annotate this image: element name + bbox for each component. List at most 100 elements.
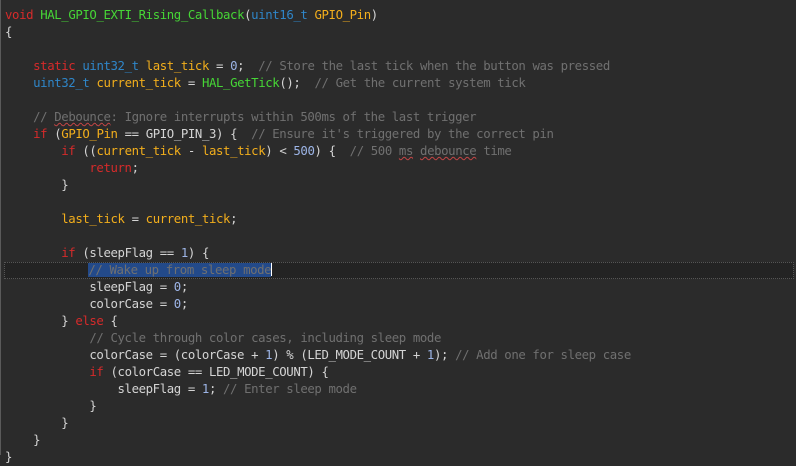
code-token: // 500 bbox=[349, 144, 399, 158]
code-token: 1 bbox=[201, 382, 209, 396]
code-line[interactable]: } else { bbox=[5, 313, 796, 330]
code-token: ; bbox=[180, 297, 188, 311]
code-line[interactable]: } bbox=[5, 449, 796, 466]
code-line[interactable]: // Debounce: Ignore interrupts within 50… bbox=[5, 109, 796, 126]
code-line[interactable]: colorCase = (colorCase + 1) % (LED_MODE_… bbox=[5, 347, 796, 364]
code-line[interactable]: last_tick = current_tick; bbox=[5, 211, 796, 228]
code-token: if bbox=[89, 365, 104, 379]
code-token: if bbox=[61, 144, 76, 158]
code-token: // Ensure it's triggered by the correct … bbox=[251, 127, 554, 141]
code-token: last_tick bbox=[61, 212, 125, 226]
code-token: last_tick bbox=[145, 59, 210, 73]
code-token: - bbox=[180, 144, 202, 158]
code-token: current_tick bbox=[145, 212, 231, 226]
code-token: (colorCase == LED_MODE_COUNT) { bbox=[103, 365, 329, 379]
code-line[interactable]: } bbox=[5, 415, 796, 432]
code-token: current_tick bbox=[96, 76, 181, 90]
code-token: ); bbox=[433, 348, 456, 362]
code-token: 0 bbox=[173, 297, 181, 311]
code-token: // bbox=[33, 110, 55, 124]
code-line[interactable]: return; bbox=[5, 160, 796, 177]
code-token: ; bbox=[131, 161, 139, 175]
code-token: if bbox=[61, 246, 76, 260]
code-token: 1 bbox=[426, 348, 434, 362]
code-token: return bbox=[89, 161, 132, 175]
code-token: (sleepFlag == bbox=[75, 246, 181, 260]
code-token: colorCase = (colorCase + bbox=[5, 348, 266, 362]
code-token: (( bbox=[75, 144, 97, 158]
code-token: colorCase = bbox=[5, 297, 174, 311]
code-token: // Store the last tick when the button w… bbox=[258, 59, 610, 73]
code-token: else bbox=[75, 314, 104, 328]
code-line[interactable]: if (GPIO_Pin == GPIO_PIN_3) { // Ensure … bbox=[5, 126, 796, 143]
code-token: 0 bbox=[173, 280, 181, 294]
code-token: } bbox=[5, 450, 13, 464]
code-line[interactable]: void HAL_GPIO_EXTI_Rising_Callback(uint1… bbox=[5, 7, 796, 24]
code-token: Debounce bbox=[54, 110, 111, 124]
code-token: last_tick bbox=[201, 144, 266, 158]
code-line[interactable]: ​ bbox=[5, 194, 796, 211]
code-token: = bbox=[124, 212, 146, 226]
code-line[interactable]: ​ bbox=[5, 228, 796, 245]
code-token: = bbox=[180, 76, 202, 90]
code-token: ; bbox=[208, 382, 224, 396]
code-token: 500 bbox=[293, 144, 315, 158]
code-token: { bbox=[5, 25, 13, 39]
code-line[interactable]: // Cycle through color cases, including … bbox=[5, 330, 796, 347]
code-line[interactable]: { bbox=[5, 24, 796, 41]
code-line[interactable]: } bbox=[5, 177, 796, 194]
code-token: ; bbox=[237, 59, 259, 73]
code-token: sleepFlag = bbox=[5, 382, 202, 396]
code-token: void bbox=[5, 8, 34, 22]
code-token: ms bbox=[398, 144, 413, 158]
code-editor[interactable]: void HAL_GPIO_EXTI_Rising_Callback (uint1… bbox=[0, 0, 796, 464]
code-line[interactable]: // Wake up from sleep mode bbox=[4, 262, 794, 279]
code-line[interactable]: colorCase = 0; bbox=[5, 296, 796, 313]
code-line[interactable]: } bbox=[5, 432, 796, 449]
code-token: uint32_t bbox=[33, 76, 90, 90]
code-line[interactable]: } bbox=[5, 398, 796, 415]
code-token: } bbox=[5, 416, 69, 430]
code-line[interactable]: sleepFlag = 0; bbox=[5, 279, 796, 296]
code-line[interactable]: if (colorCase == LED_MODE_COUNT) { bbox=[5, 364, 796, 381]
code-token: ; bbox=[180, 280, 188, 294]
code-line[interactable]: uint32_t current_tick = HAL_GetTick(); /… bbox=[5, 75, 796, 92]
code-token: } bbox=[5, 433, 41, 447]
code-token: // Cycle through color cases, including … bbox=[89, 331, 441, 345]
code-token: ) % (LED_MODE_COUNT + bbox=[272, 348, 427, 362]
code-line[interactable]: sleepFlag = 1; // Enter sleep mode bbox=[5, 381, 796, 398]
code-token: // Get the current system tick bbox=[314, 76, 526, 90]
code-line[interactable]: ​ bbox=[5, 92, 796, 109]
code-token: uint16_t bbox=[251, 8, 308, 22]
code-token: 1 bbox=[180, 246, 188, 260]
code-line[interactable]: if ((current_tick - last_tick) < 500) { … bbox=[5, 143, 796, 160]
text-cursor bbox=[271, 262, 273, 276]
code-token: ( bbox=[47, 127, 62, 141]
code-line[interactable]: ​ bbox=[5, 41, 796, 58]
code-token: ) bbox=[370, 8, 378, 22]
code-token: = bbox=[209, 59, 231, 73]
code-token: ) < bbox=[265, 144, 294, 158]
code-token: sleepFlag = bbox=[5, 280, 174, 294]
code-token: HAL_GetTick bbox=[201, 76, 280, 90]
code-token: } bbox=[5, 178, 69, 192]
code-token: } bbox=[5, 399, 97, 413]
code-token: ) { bbox=[187, 246, 210, 260]
code-token: (); bbox=[279, 76, 315, 90]
code-line[interactable]: static uint32_t last_tick = 0; // Store … bbox=[5, 58, 796, 75]
code-line[interactable]: if (sleepFlag == 1) { bbox=[5, 245, 796, 262]
code-token: current_tick bbox=[96, 144, 181, 158]
code-token: ) { bbox=[314, 144, 350, 158]
code-area[interactable]: void HAL_GPIO_EXTI_Rising_Callback (uint1… bbox=[4, 7, 796, 466]
